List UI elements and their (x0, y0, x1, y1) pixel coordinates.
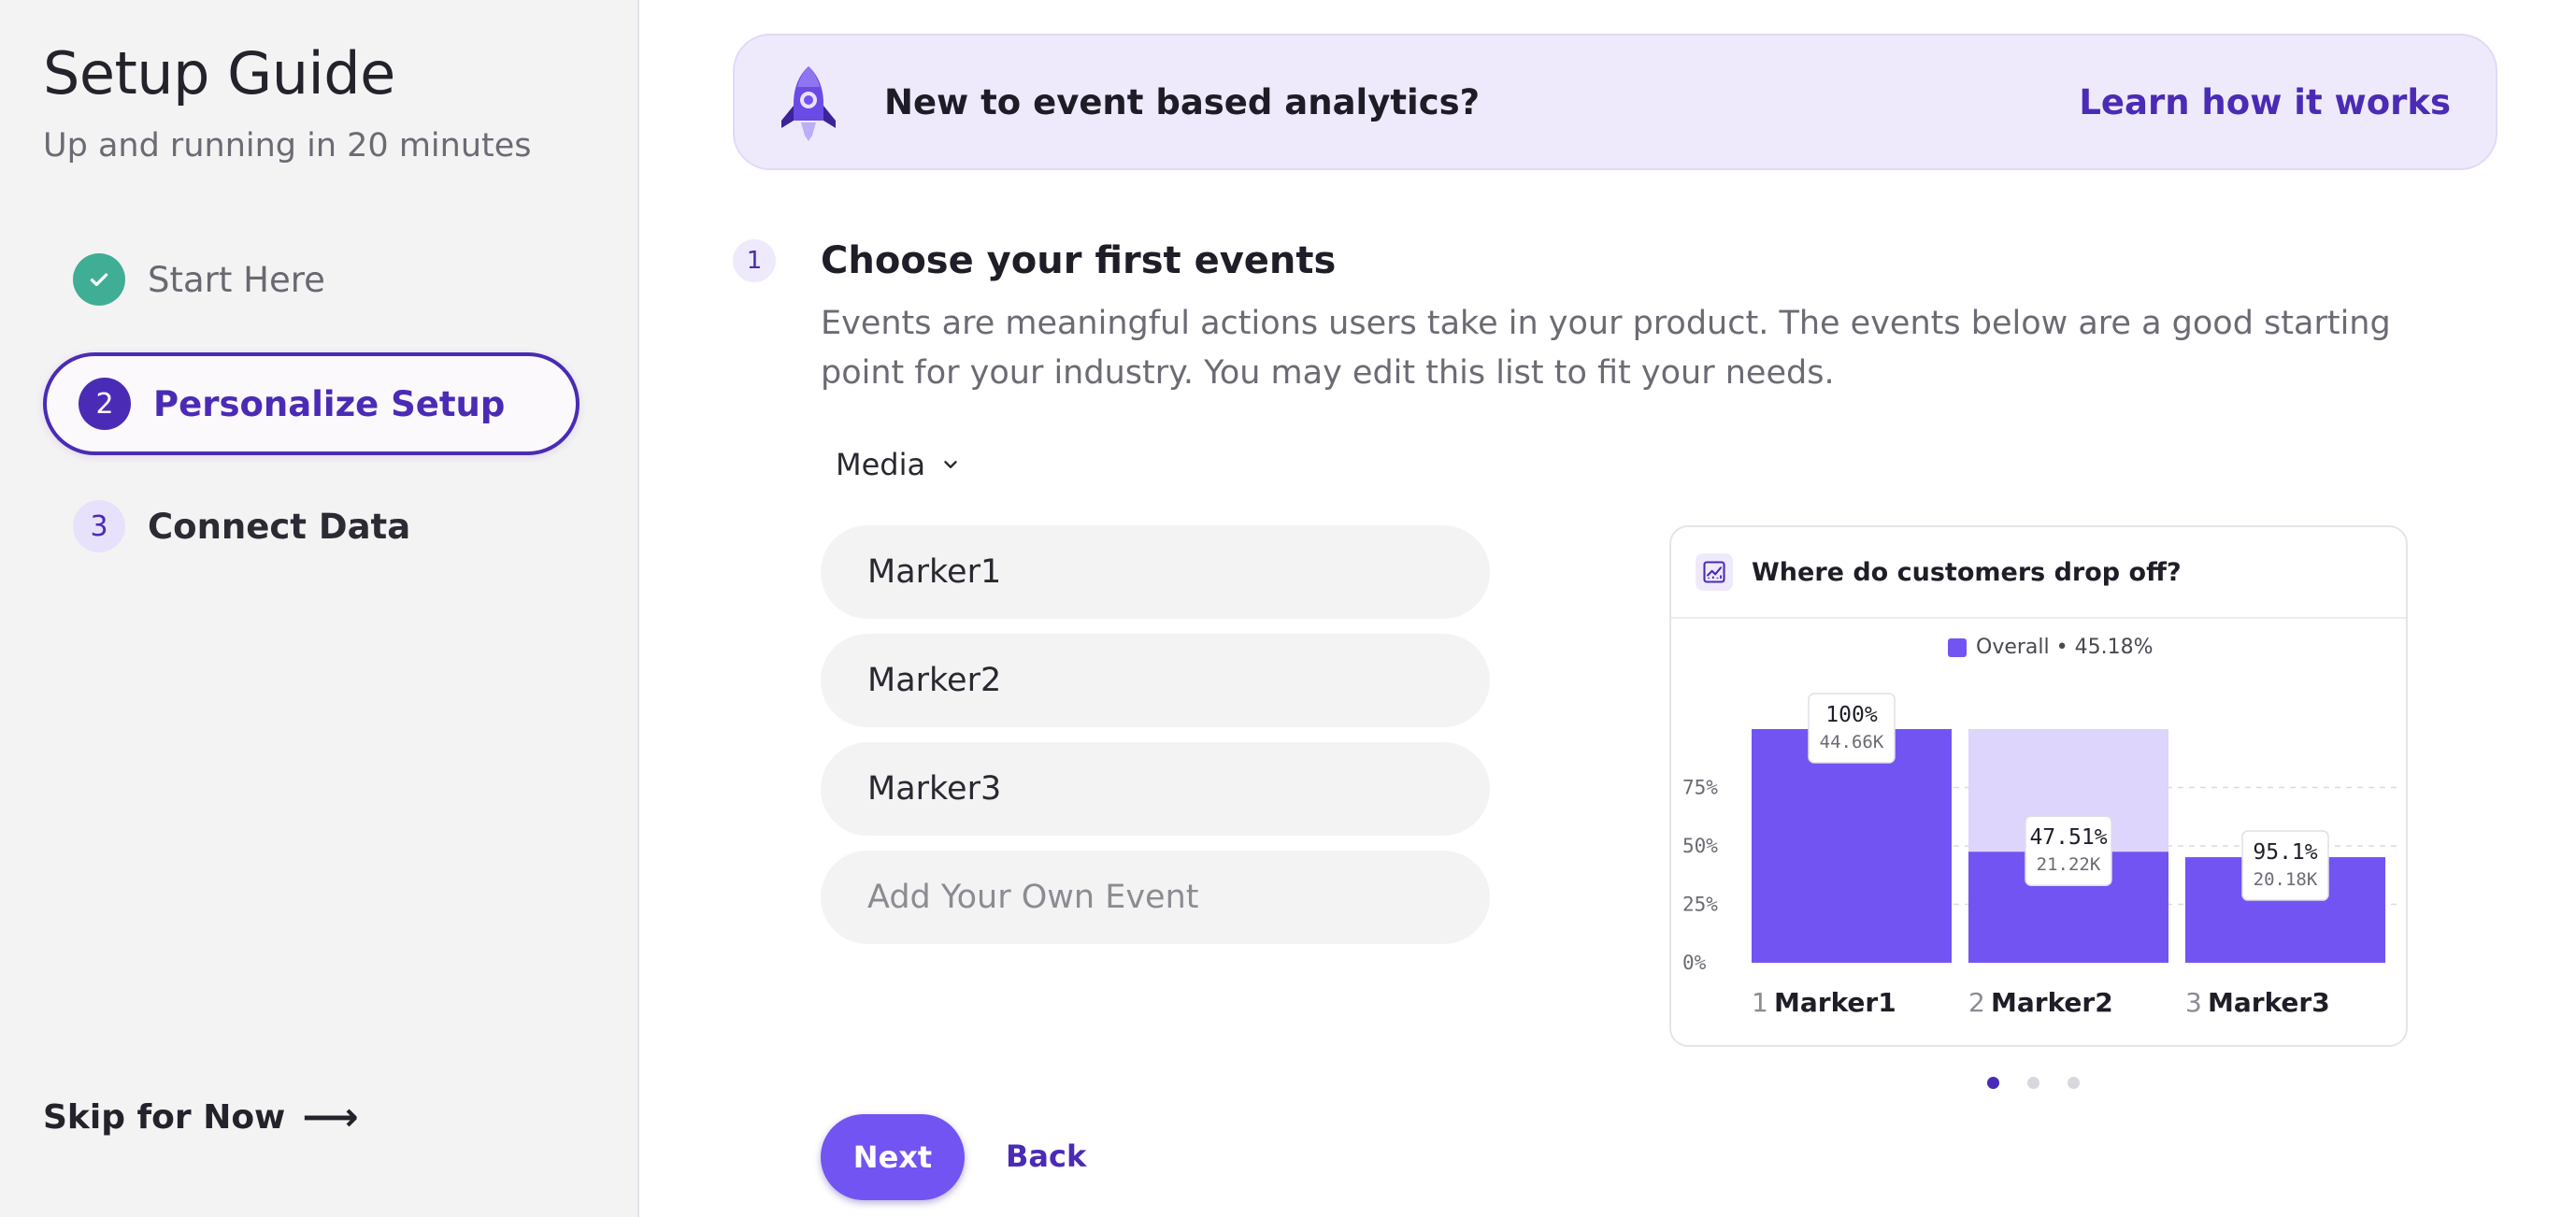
chevron-down-icon (944, 461, 957, 468)
chart-pagination (1987, 1077, 2080, 1089)
back-link[interactable]: Back (1006, 1138, 1086, 1174)
bar-count-label: 44.66K (1820, 732, 1884, 752)
y-tick-label: 0% (1682, 952, 1707, 974)
step-number-badge: 2 (79, 378, 131, 430)
arrow-right-icon: ⟶ (302, 1094, 359, 1139)
bar-percent-label: 100% (1825, 703, 1878, 727)
industry-dropdown[interactable]: Media (836, 447, 961, 482)
step-label: Start Here (148, 259, 325, 300)
step-number-badge: 3 (73, 500, 125, 552)
category-step-number: 2 (1968, 987, 1985, 1018)
funnel-chart: 0% 25% 50% 75% 100% 44.66K 1 Marker1 47.51% 21.22… (1682, 693, 2398, 1018)
pagination-dot[interactable] (2027, 1077, 2039, 1089)
info-banner: New to event based analytics? Learn how … (733, 34, 2497, 170)
category-step-number: 1 (1752, 987, 1768, 1018)
pagination-dot[interactable] (2068, 1077, 2080, 1089)
y-tick-label: 50% (1682, 835, 1718, 857)
category-label: Marker2 (1991, 987, 2113, 1018)
industry-dropdown-value: Media (836, 447, 926, 482)
add-own-event-input[interactable]: Add Your Own Event (821, 851, 1490, 944)
sidebar-title: Setup Guide (43, 39, 395, 107)
skip-for-now-link[interactable]: Skip for Now ⟶ (43, 1097, 359, 1137)
event-input-marker2[interactable]: Marker2 (821, 634, 1490, 727)
funnel-chart-card: Where do customers drop off? Overall • 4… (1669, 525, 2408, 1047)
bar-count-label: 21.22K (2037, 854, 2101, 875)
rocket-icon (781, 66, 836, 141)
learn-how-it-works-link[interactable]: Learn how it works (2079, 82, 2451, 122)
category-step-number: 3 (2185, 987, 2202, 1018)
next-button[interactable]: Next (821, 1114, 965, 1200)
sidebar: Setup Guide Up and running in 20 minutes… (0, 0, 639, 1217)
pagination-dot[interactable] (1987, 1077, 1999, 1089)
sidebar-subtitle: Up and running in 20 minutes (43, 127, 532, 165)
check-icon (73, 253, 125, 306)
section-number-badge: 1 (733, 239, 776, 282)
y-tick-label: 25% (1682, 894, 1718, 916)
step-label: Connect Data (148, 506, 411, 547)
event-input-marker3[interactable]: Marker3 (821, 742, 1490, 836)
event-input-marker1[interactable]: Marker1 (821, 525, 1490, 619)
y-tick-label: 75% (1682, 777, 1718, 799)
section-title: Choose your first events (821, 239, 1337, 282)
bar-percent-label: 47.51% (2029, 825, 2107, 850)
bar-count-label: 20.18K (2254, 869, 2318, 890)
sidebar-step-connect-data[interactable]: 3 Connect Data (43, 475, 580, 578)
bar-percent-label: 95.1% (2253, 840, 2317, 865)
section-description: Events are meaningful actions users take… (821, 305, 2391, 392)
skip-label: Skip for Now (43, 1097, 286, 1137)
sidebar-step-start-here[interactable]: Start Here (43, 228, 580, 331)
category-label: Marker3 (2208, 987, 2330, 1018)
step-label: Personalize Setup (153, 383, 506, 424)
funnel-bar (1752, 729, 1952, 963)
category-label: Marker1 (1774, 987, 1896, 1018)
sidebar-step-personalize-setup[interactable]: 2 Personalize Setup (43, 352, 580, 455)
banner-text: New to event based analytics? (884, 81, 1481, 122)
